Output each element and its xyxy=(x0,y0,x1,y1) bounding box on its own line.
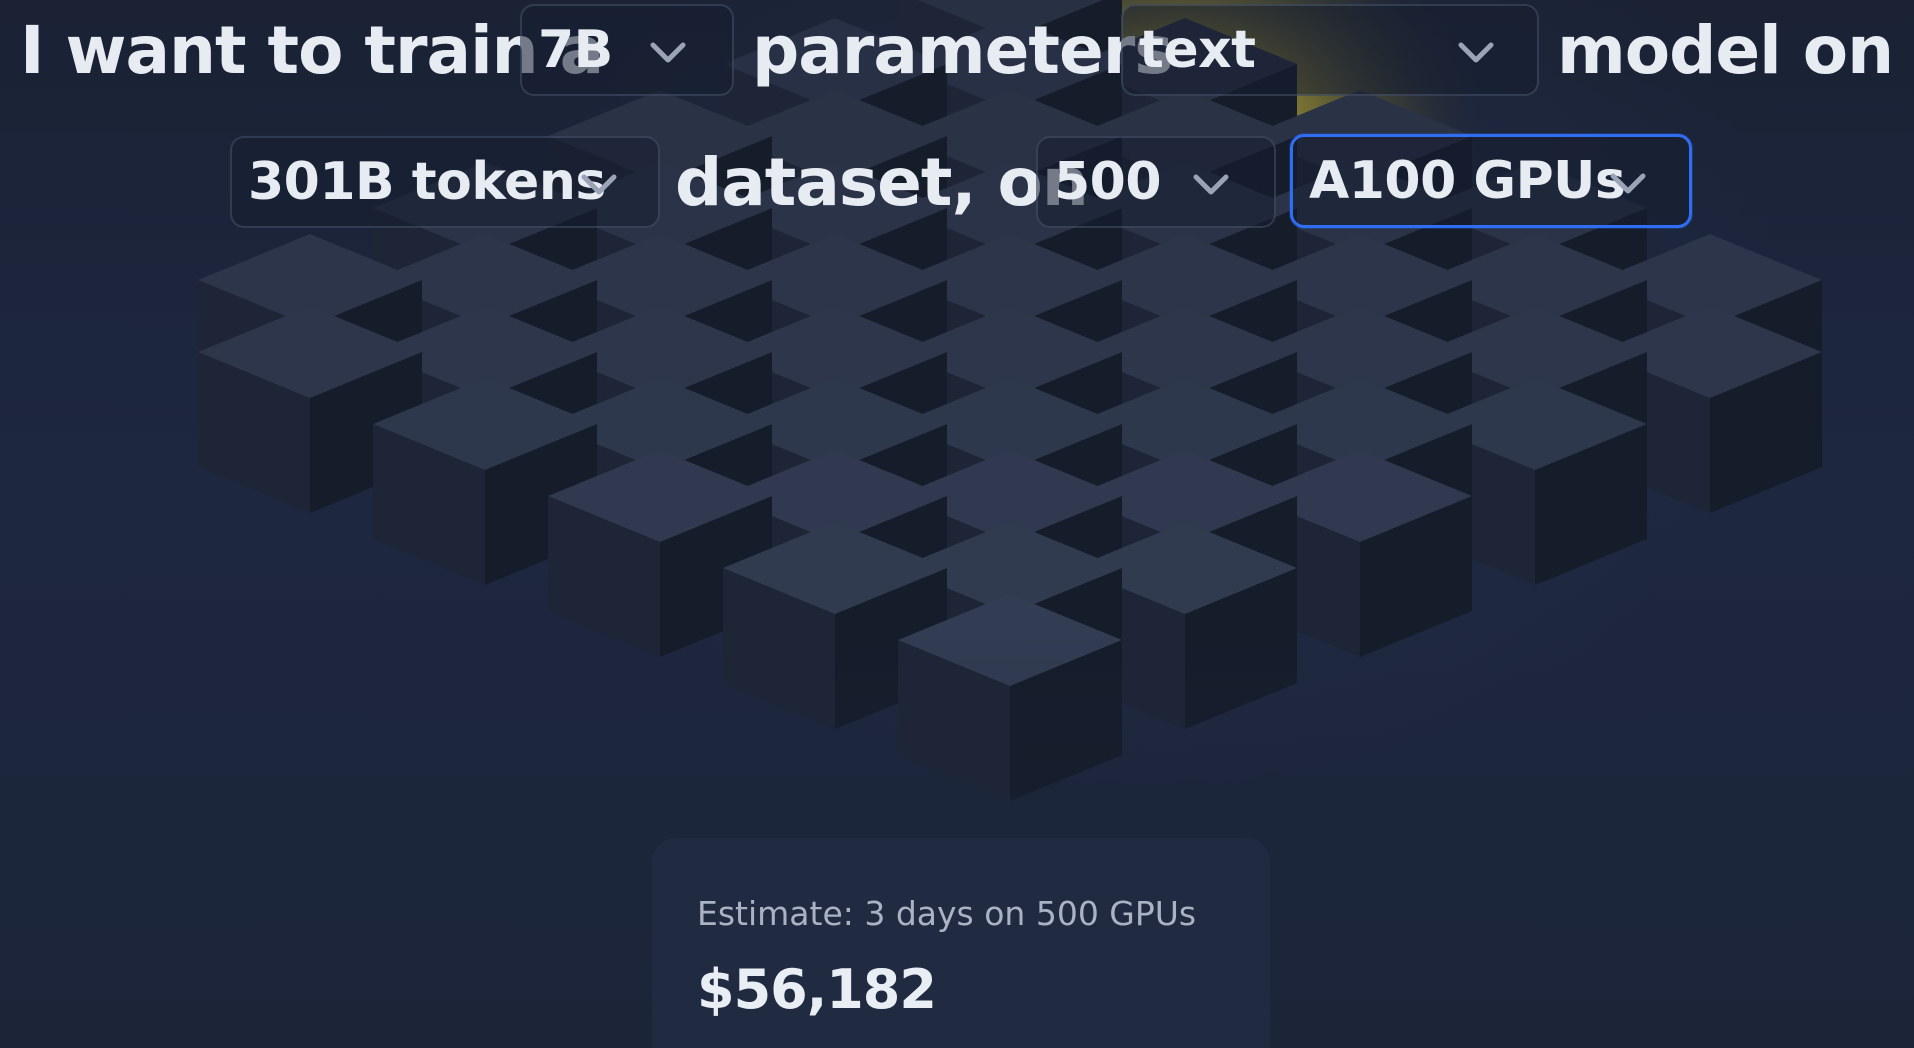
estimate-summary: Estimate: 3 days on 500 GPUs xyxy=(697,894,1197,933)
estimate-cost: $56,182 xyxy=(697,958,937,1021)
model-size-select[interactable]: 7B xyxy=(520,4,734,96)
configuration-sentence: I want to train a 7B parameters text mod… xyxy=(0,0,1914,240)
dataset-size-select[interactable]: 301B tokens xyxy=(230,136,660,228)
chevron-down-icon xyxy=(650,42,686,63)
cost-estimator-page: I want to train a 7B parameters text mod… xyxy=(0,0,1914,1048)
dataset-size-value: 301B tokens xyxy=(248,152,606,212)
modality-select[interactable]: text xyxy=(1121,4,1539,96)
chevron-down-icon xyxy=(1458,42,1494,63)
modality-value: text xyxy=(1139,20,1256,80)
sentence-text-intro: I want to train a xyxy=(20,12,604,89)
gpu-count-value: 500 xyxy=(1054,152,1162,212)
gpu-type-value: A100 GPUs xyxy=(1309,151,1626,211)
gpu-count-select[interactable]: 500 xyxy=(1036,136,1276,228)
sentence-text-parameters: parameters xyxy=(752,12,1174,89)
sentence-text-model-on: model on a xyxy=(1557,12,1914,89)
sentence-text-dataset-on: dataset, on xyxy=(675,144,1089,221)
gpu-type-select[interactable]: A100 GPUs xyxy=(1290,134,1692,228)
chevron-down-icon xyxy=(581,174,617,195)
model-size-value: 7B xyxy=(538,20,613,80)
chevron-down-icon xyxy=(1193,174,1229,195)
chevron-down-icon xyxy=(1610,173,1646,194)
